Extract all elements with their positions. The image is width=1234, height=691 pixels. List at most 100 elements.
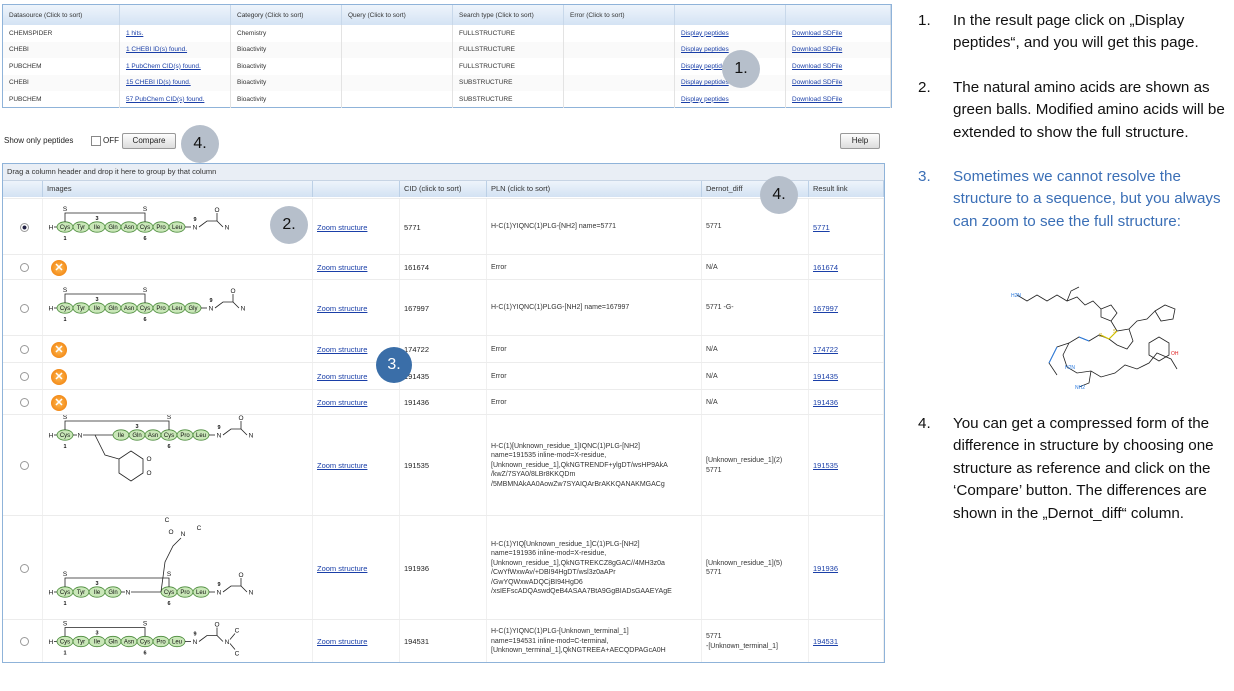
grid-row[interactable]: ✕ Zoom structure 161674 Error N/A 161674: [3, 254, 884, 280]
select-radio[interactable]: [20, 461, 29, 470]
result-link[interactable]: 191936: [813, 564, 838, 573]
display-peptides-link[interactable]: Display peptides: [681, 30, 729, 37]
grid-row[interactable]: ✕ Zoom structure 191435 Error N/A 191435: [3, 362, 884, 390]
zoom-structure-link[interactable]: Zoom structure: [317, 564, 367, 573]
cell-source: CHEBI: [3, 41, 120, 58]
select-radio[interactable]: [20, 345, 29, 354]
display-peptides-link[interactable]: Display peptides: [681, 46, 729, 53]
cell-img: H Cys Tyr Ile Gln N Cys Pro Leu S S 1 6 3 N 9 O N N O C C: [43, 516, 313, 620]
residue-label: Pro: [180, 433, 190, 439]
zoom-structure-link[interactable]: Zoom structure: [317, 263, 367, 272]
zoom-structure-link[interactable]: Zoom structure: [317, 461, 367, 470]
cell-pln: Error: [487, 390, 702, 415]
display-peptides-link[interactable]: Display peptides: [681, 79, 729, 86]
residue-label: Cys: [60, 433, 70, 439]
select-radio[interactable]: [20, 563, 29, 573]
download-sdfile-link[interactable]: Download SDFile: [792, 30, 842, 37]
result-link[interactable]: 161674: [813, 263, 838, 272]
result-link[interactable]: 194531: [813, 637, 838, 646]
select-radio[interactable]: [20, 372, 29, 381]
dernot-diff-value: 5771 -[Unknown_terminal_1]: [706, 633, 778, 650]
select-radio[interactable]: [20, 637, 29, 646]
cell-cid: 174722: [400, 336, 487, 363]
residue-number: 9: [193, 217, 196, 223]
hits-link[interactable]: 1 PubChem CID(s) found.: [126, 63, 201, 70]
grid-row[interactable]: ✕ Zoom structure 191436 Error N/A 191436: [3, 389, 884, 415]
cell-pln: H-C(1)YIQNC(1)PLG-[Unknown_terminal_1] n…: [487, 620, 702, 662]
download-sdfile-link[interactable]: Download SDFile: [792, 46, 842, 53]
residue-label: Pro: [156, 306, 166, 312]
col-category-header[interactable]: Category (Click to sort): [230, 5, 342, 25]
residue-label: Cys: [164, 590, 174, 596]
cell-dernot: N/A: [702, 336, 809, 363]
col-search-type-header[interactable]: Search type (Click to sort): [452, 5, 564, 25]
result-link[interactable]: 191535: [813, 461, 838, 470]
col-result-header[interactable]: Result link: [809, 181, 884, 197]
group-by-drop-zone[interactable]: Drag a column header and drop it here to…: [3, 164, 884, 181]
download-sdfile-link[interactable]: Download SDFile: [792, 79, 842, 86]
step-number: 1.: [918, 12, 931, 29]
cell-error: [563, 58, 675, 75]
zoom-structure-link[interactable]: Zoom structure: [317, 345, 367, 354]
col-datasource-header[interactable]: Datasource (Click to sort): [3, 5, 120, 25]
cell-dernot: N/A: [702, 255, 809, 280]
grid-row[interactable]: H Cys Tyr Ile Gln N Cys Pro Leu S S 1 6 3 N 9 O N N O C C Zoom…: [3, 515, 884, 620]
cell-cid: 5771: [400, 199, 487, 255]
cell-pln: Error: [487, 336, 702, 363]
zoom-structure-link[interactable]: Zoom structure: [317, 637, 367, 646]
residue-label: Pro: [180, 590, 190, 596]
atom-o-label: O: [230, 288, 235, 295]
col-pln-header[interactable]: PLN (click to sort): [487, 181, 702, 197]
select-radio[interactable]: [20, 222, 29, 232]
select-radio[interactable]: [20, 263, 29, 272]
download-sdfile-link[interactable]: Download SDFile: [792, 63, 842, 70]
grid-row[interactable]: H Cys Tyr Ile Gln Asn Cys Pro Leu S S 1 6 3 N 9 O N C C Zoom…: [3, 619, 884, 662]
result-link[interactable]: 191435: [813, 372, 838, 381]
cid-value: 194531: [404, 637, 430, 646]
cell-link: 167997: [809, 280, 884, 336]
hits-link[interactable]: 1 CHEBI ID(s) found.: [126, 46, 187, 53]
zoom-structure-link[interactable]: Zoom structure: [317, 223, 367, 232]
hits-link[interactable]: 1 hits.: [126, 30, 143, 37]
dernot-diff-value: [Unknown_residue_1](2) 5771: [706, 457, 783, 474]
cell-source: CHEMSPIDER: [3, 25, 120, 42]
residue-label: Gln: [108, 225, 117, 231]
grid-row[interactable]: H Cys Tyr Ile Gln Asn Cys Pro Leu S S 1 6 3 N 9 O N Zoom s…: [3, 198, 884, 255]
atom-o-label: O: [214, 207, 219, 214]
atom-n-label: N: [126, 590, 131, 597]
cell-pln: Error: [487, 363, 702, 390]
grid-row[interactable]: H Cys N Ile Gln Asn Cys Pro Leu S S 1 6 3 N 9 O N O O Zoom s…: [3, 414, 884, 516]
hits-link[interactable]: 57 PubChem CID(s) found.: [126, 96, 204, 103]
compare-button[interactable]: Compare: [122, 133, 176, 149]
cell-category: Chemistry: [230, 25, 342, 42]
step-number: 2.: [918, 79, 931, 96]
grid-row[interactable]: H Cys Tyr Ile Gln Asn Cys Pro Leu Gly S S 1 6 3 N 9 O N Zoo…: [3, 279, 884, 336]
result-link[interactable]: 5771: [813, 223, 830, 232]
col-error-header[interactable]: Error (Click to sort): [563, 5, 675, 25]
zoom-structure-link[interactable]: Zoom structure: [317, 304, 367, 313]
zoom-structure-link[interactable]: Zoom structure: [317, 398, 367, 407]
step-text: Sometimes we cannot resolve the structur…: [953, 168, 1221, 230]
col-cid-header[interactable]: CID (click to sort): [400, 181, 487, 197]
grid-row[interactable]: ✕ Zoom structure 174722 Error N/A 174722: [3, 335, 884, 363]
residue-label: Leu: [172, 306, 182, 312]
zoom-structure-link[interactable]: Zoom structure: [317, 372, 367, 381]
show-only-peptides-checkbox[interactable]: [91, 136, 101, 146]
result-link[interactable]: 167997: [813, 304, 838, 313]
cell-query: [341, 91, 453, 108]
result-link[interactable]: 191436: [813, 398, 838, 407]
peptide-structure-image: H Cys Tyr Ile Gln Asn Cys Pro Leu S S 1 6 3 N 9 O N: [49, 206, 230, 242]
download-sdfile-link[interactable]: Download SDFile: [792, 96, 842, 103]
atom-c-label: C: [197, 525, 202, 532]
display-peptides-link[interactable]: Display peptides: [681, 96, 729, 103]
result-link[interactable]: 174722: [813, 345, 838, 354]
col-query-header[interactable]: Query (Click to sort): [341, 5, 453, 25]
select-radio[interactable]: [20, 398, 29, 407]
cell-dernot: [Unknown_residue_1](5) 5771: [702, 516, 809, 620]
select-radio[interactable]: [20, 303, 29, 313]
atom-s-label: S: [167, 415, 172, 421]
hits-link[interactable]: 15 CHEBI ID(s) found.: [126, 79, 191, 86]
help-button[interactable]: Help: [840, 133, 880, 149]
col-images-header[interactable]: Images: [43, 181, 313, 197]
cell-pln: H-C(1)[Unknown_residue_1]IQNC(1)PLG-[NH2…: [487, 415, 702, 516]
